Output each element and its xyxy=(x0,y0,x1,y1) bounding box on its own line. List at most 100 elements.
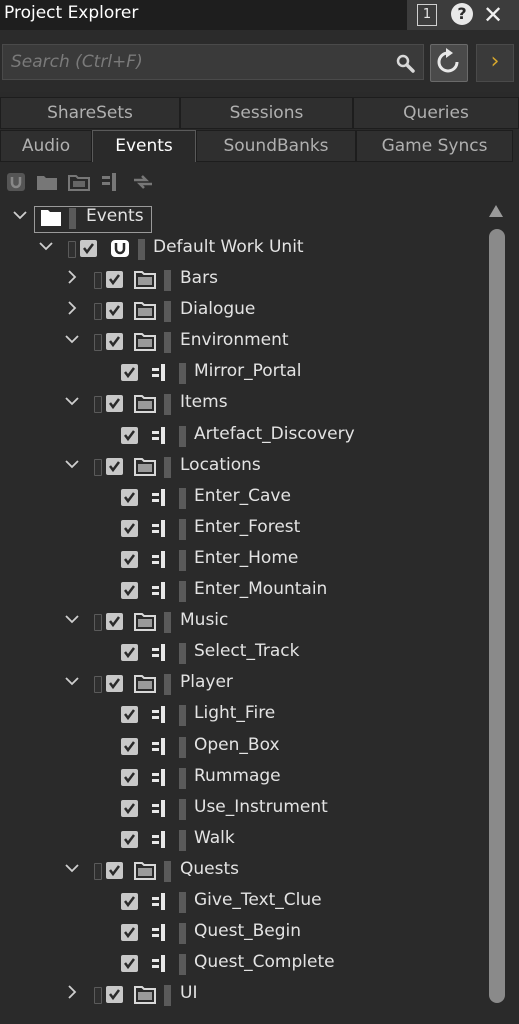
tree-event-row[interactable]: Mirror_Portal xyxy=(0,357,485,388)
chevron-down-icon[interactable] xyxy=(64,393,80,409)
tab-queries[interactable]: Queries xyxy=(353,97,519,129)
search-input[interactable] xyxy=(9,51,383,73)
pin-button[interactable]: 1 xyxy=(417,4,437,26)
include-checkbox[interactable] xyxy=(106,675,123,693)
new-virtual-folder-icon[interactable] xyxy=(68,172,90,192)
tab-game-syncs[interactable]: Game Syncs xyxy=(356,130,513,162)
help-button[interactable]: ? xyxy=(451,3,473,25)
tree-event-row[interactable]: Give_Text_Clue xyxy=(0,886,485,917)
tree-folder-label: Locations xyxy=(180,454,261,475)
tree-event-row[interactable]: Quest_Begin xyxy=(0,917,485,948)
include-checkbox[interactable] xyxy=(121,768,138,786)
include-checkbox[interactable] xyxy=(80,240,97,257)
tree-folder-row[interactable]: Bars xyxy=(0,264,485,295)
color-swatch xyxy=(164,612,171,634)
include-checkbox[interactable] xyxy=(106,271,123,288)
tree-event-row[interactable]: Open_Box xyxy=(0,731,485,762)
include-checkbox[interactable] xyxy=(121,426,138,444)
scroll-up-arrow-icon[interactable] xyxy=(489,205,503,217)
tree-folder-row[interactable]: UI xyxy=(0,979,485,1010)
tab-sharesets[interactable]: ShareSets xyxy=(0,97,180,129)
include-checkbox[interactable] xyxy=(121,550,138,568)
tree-folder-row[interactable]: Locations xyxy=(0,451,485,482)
chevron-right-icon[interactable] xyxy=(64,269,80,285)
include-checkbox[interactable] xyxy=(121,519,138,537)
chevron-down-icon[interactable] xyxy=(64,673,80,689)
color-swatch xyxy=(179,425,186,447)
include-checkbox[interactable] xyxy=(106,302,123,320)
event-icon xyxy=(150,768,170,787)
tree-event-row[interactable]: Enter_Forest xyxy=(0,513,485,544)
include-checkbox[interactable] xyxy=(121,893,138,910)
expand-panel-button[interactable]: › xyxy=(476,44,514,82)
include-checkbox[interactable] xyxy=(121,830,138,848)
include-checkbox[interactable] xyxy=(121,488,138,506)
tree-event-row[interactable]: Artefact_Discovery xyxy=(0,420,485,451)
include-checkbox[interactable] xyxy=(106,861,123,879)
include-checkbox[interactable] xyxy=(121,364,138,382)
tree-event-label: Light_Fire xyxy=(194,703,276,724)
tree-event-row[interactable]: Use_Instrument xyxy=(0,793,485,824)
chevron-right-icon[interactable] xyxy=(64,300,80,316)
tree-event-row[interactable]: Walk xyxy=(0,824,485,855)
search-icon[interactable] xyxy=(395,53,415,78)
include-checkbox[interactable] xyxy=(106,457,123,475)
include-checkbox[interactable] xyxy=(121,706,138,724)
chevron-down-icon[interactable] xyxy=(64,456,80,472)
tree-folder-row[interactable]: Dialogue xyxy=(0,295,485,326)
chevron-right-icon: › xyxy=(490,49,500,74)
tree-event-row[interactable]: Quest_Complete xyxy=(0,948,485,979)
tab-soundbanks[interactable]: SoundBanks xyxy=(196,130,356,162)
chevron-down-icon[interactable] xyxy=(12,207,28,223)
close-button[interactable]: ✕ xyxy=(483,1,503,29)
include-checkbox[interactable] xyxy=(106,613,123,631)
include-checkbox[interactable] xyxy=(121,924,138,942)
vertical-scrollbar[interactable] xyxy=(487,203,507,1003)
tree-folder-row[interactable]: Items xyxy=(0,388,485,419)
event-icon xyxy=(150,705,170,724)
include-checkbox[interactable] xyxy=(121,737,138,755)
tree-event-row[interactable]: Enter_Cave xyxy=(0,482,485,513)
event-icon xyxy=(150,923,170,942)
color-swatch xyxy=(164,394,171,416)
tree-event-label: Enter_Home xyxy=(194,547,299,568)
color-swatch xyxy=(164,456,171,478)
include-checkbox[interactable] xyxy=(106,986,123,1004)
tree-folder-row[interactable]: Environment xyxy=(0,326,485,357)
tree-event-row[interactable]: Rummage xyxy=(0,762,485,793)
tree-root-row[interactable]: Events xyxy=(0,202,485,233)
search-box[interactable] xyxy=(2,44,424,80)
chevron-down-icon[interactable] xyxy=(64,331,80,347)
tab-events[interactable]: Events xyxy=(92,130,196,162)
tree-event-row[interactable]: Light_Fire xyxy=(0,699,485,730)
folder-icon xyxy=(134,394,156,414)
include-checkbox[interactable] xyxy=(121,582,138,599)
tree-folder-row[interactable]: Quests xyxy=(0,855,485,886)
chevron-down-icon[interactable] xyxy=(64,860,80,876)
tree-event-row[interactable]: Enter_Mountain xyxy=(0,575,485,606)
tree-event-row[interactable]: Select_Track xyxy=(0,637,485,668)
chevron-right-icon[interactable] xyxy=(64,984,80,1000)
tree-folder-label: Player xyxy=(180,672,233,693)
tree-work-unit-label: Default Work Unit xyxy=(153,237,304,257)
include-checkbox[interactable] xyxy=(121,799,138,817)
sync-refresh-button[interactable] xyxy=(430,44,468,82)
tab-sessions[interactable]: Sessions xyxy=(180,97,353,129)
tree-folder-row[interactable]: Music xyxy=(0,606,485,637)
chevron-down-icon[interactable] xyxy=(64,611,80,627)
new-work-unit-icon[interactable] xyxy=(6,172,28,192)
include-checkbox[interactable] xyxy=(106,333,123,351)
tree-work-unit-row[interactable]: Default Work Unit xyxy=(0,233,485,264)
include-checkbox[interactable] xyxy=(121,644,138,662)
chevron-down-icon[interactable] xyxy=(38,238,54,254)
tree-folder-row[interactable]: Player xyxy=(0,668,485,699)
new-folder-icon[interactable] xyxy=(36,172,58,192)
include-checkbox[interactable] xyxy=(106,395,123,413)
scroll-thumb[interactable] xyxy=(489,229,505,1003)
event-icon xyxy=(150,892,170,911)
tree-event-row[interactable]: Enter_Home xyxy=(0,544,485,575)
new-dialogue-event-icon[interactable] xyxy=(132,172,154,192)
include-checkbox[interactable] xyxy=(121,955,138,973)
tab-audio[interactable]: Audio xyxy=(0,130,92,162)
new-event-icon[interactable] xyxy=(100,172,122,192)
